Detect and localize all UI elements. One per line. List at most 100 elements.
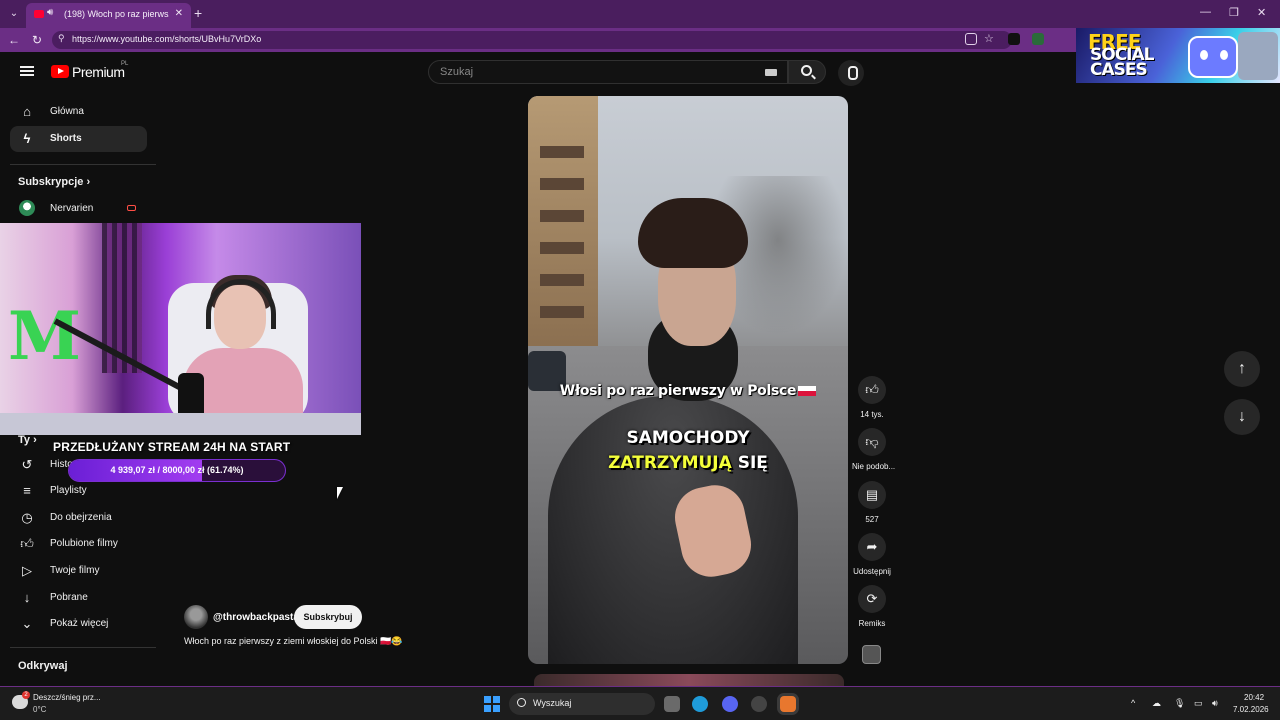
youtube-logo-icon[interactable] [51,65,69,78]
mic-tray-icon[interactable]: 🎙︎ [1174,698,1185,709]
poland-flag-icon [798,386,817,396]
sidebar-item-label: Twoje filmy [50,565,100,576]
url-text: https://www.youtube.com/shorts/UBvHu7VrD… [72,34,262,44]
browser-tab-bar: ⌄ 🔊︎ (198) Włoch po raz pierwszy z ✕ + —… [0,0,1280,28]
sidebar-item-label: Playlisty [50,485,87,496]
site-info-icon[interactable]: ⚲ [58,33,65,44]
extension-icon[interactable] [1008,33,1020,45]
like-count: 14 tys. [860,410,884,419]
dislike-action[interactable]: 👎︎ Nie podob... [852,428,896,471]
tab-close-icon[interactable]: ✕ [175,8,183,19]
short-description[interactable]: Włoch po raz pierwszy z ziemi włoskiej d… [184,636,402,647]
sidebar-item-downloads[interactable]: ↓ Pobrane [10,585,147,611]
onedrive-icon[interactable]: ☁ [1152,698,1161,709]
comments-count: 527 [865,515,879,524]
previous-short-up-arrow-icon[interactable]: ↑ [1224,351,1260,387]
sidebar-item-label: Shorts [50,133,82,144]
tab-title: (198) Włoch po raz pierwszy z [64,9,169,19]
next-short-preview[interactable] [534,674,844,686]
audio-playing-icon[interactable]: 🔊︎ [47,7,53,18]
share-icon[interactable]: ➦ [858,533,886,561]
extension-icon[interactable] [1032,33,1044,45]
like-action[interactable]: 👍︎ 14 tys. [852,376,892,419]
new-tab-icon[interactable]: + [194,5,202,21]
sidebar-item-show-more[interactable]: ⌄ Pokaż więcej [10,611,147,637]
discord-icon[interactable] [722,696,738,712]
ad-banner[interactable]: FREE SOCIAL CASES [1076,28,1280,83]
sidebar-item-your-videos[interactable]: ▷ Twoje filmy [10,558,147,584]
sidebar-item-shorts[interactable]: ϟ Shorts [10,126,147,152]
shorts-icon: ϟ [23,131,31,146]
remix-action[interactable]: ⟳ Remiks [852,585,892,628]
channel-avatar [19,200,35,216]
next-short-down-arrow-icon[interactable]: ↓ [1224,399,1260,435]
you-heading[interactable]: Ty › [18,434,37,446]
sidebar-item-liked[interactable]: 👍︎ Polubione filmy [10,531,147,557]
live-indicator-icon [127,205,136,211]
chevron-right-icon: › [86,176,91,188]
taskbar-search[interactable]: Wyszukaj [509,693,655,715]
search-input[interactable]: Szukaj [428,60,788,84]
comment-icon[interactable]: ▤ [858,481,886,509]
subscribe-button[interactable]: Subskrybuj [294,605,362,629]
share-action[interactable]: ➦ Udostępnij [852,533,892,576]
short-video-player[interactable]: Włosi po raz pierwszy w Polsce SAMOCHODY… [528,96,848,664]
display-icon[interactable]: ▭ [1194,698,1203,709]
comments-action[interactable]: ▤ 527 [852,481,892,524]
monster-logo-icon: M [8,297,82,375]
channel-name[interactable]: @throwbackpasta [213,612,299,623]
screen: ⌄ 🔊︎ (198) Włoch po raz pierwszy z ✕ + —… [0,0,1280,720]
youtube-favicon-icon [34,10,44,18]
menu-icon[interactable] [20,66,34,76]
sidebar-item-home[interactable]: ⌂ Główna [10,99,147,125]
windows-start-icon[interactable] [484,696,500,712]
search-icon [517,698,526,707]
minimize-icon[interactable]: — [1200,6,1211,18]
tab-list-chevron-icon[interactable]: ⌄ [5,5,23,23]
volume-icon[interactable]: 🔊︎ [1212,698,1218,709]
reload-icon[interactable]: ↻ [32,33,42,47]
sound-thumbnail[interactable] [862,645,881,664]
video-caption-mid: SAMOCHODY [626,428,750,448]
sidebar-item-nervarien[interactable]: Nervarien [50,203,93,214]
ad-line2: SOCIAL CASES [1090,45,1154,80]
browser-app-icon[interactable] [780,696,796,712]
edge-icon[interactable] [692,696,708,712]
steam-icon[interactable] [751,696,767,712]
discord-bot-icon [1188,36,1238,78]
tray-expand-icon[interactable]: ^ [1131,698,1135,708]
dislike-icon[interactable]: 👎︎ [858,428,886,456]
browser-tab-active[interactable]: 🔊︎ (198) Włoch po raz pierwszy z ✕ [26,3,191,28]
search-placeholder: Szukaj [440,66,474,78]
mouse-cursor-icon [337,487,343,499]
dislike-label: Nie podob... [852,462,896,471]
search-button[interactable] [788,60,826,84]
back-arrow-icon[interactable]: ← [8,33,20,47]
clock-date[interactable]: 7.02.2026 [1233,705,1269,714]
bookmark-star-icon[interactable]: ☆ [984,33,996,45]
brand-label[interactable]: Premium [72,64,125,80]
like-icon[interactable]: 👍︎ [858,376,886,404]
sidebar-item-label: Polubione filmy [50,538,118,549]
window-close-icon[interactable]: ✕ [1257,6,1266,19]
stream-goal-text: 4 939,07 zł / 8000,00 zł (61.74%) [110,465,244,475]
case-icon [1238,32,1278,80]
channel-avatar[interactable] [184,605,208,629]
remix-icon[interactable]: ⟳ [858,585,886,613]
url-field[interactable]: ⚲ https://www.youtube.com/shorts/UBvHu7V… [52,31,1012,49]
clock-time[interactable]: 20:42 [1244,693,1264,702]
keyboard-icon[interactable] [765,69,777,76]
sidebar-item-label: Główna [50,106,84,117]
subscriptions-heading[interactable]: Subskrypcje › [18,176,90,188]
task-view-icon[interactable] [664,696,680,712]
voice-search-mic-icon[interactable] [838,60,864,86]
weather-text[interactable]: Deszcz/śnieg prz... [33,693,101,702]
restore-icon[interactable]: ❐ [1229,6,1239,19]
download-icon: ↓ [23,590,31,605]
divider [10,164,156,165]
apps-icon[interactable] [965,33,977,45]
sidebar-item-watch-later[interactable]: ◷ Do obejrzenia [10,505,147,531]
share-label: Udostępnij [853,567,891,576]
chevron-down-icon: ⌄ [21,616,33,631]
video-building [528,96,598,356]
